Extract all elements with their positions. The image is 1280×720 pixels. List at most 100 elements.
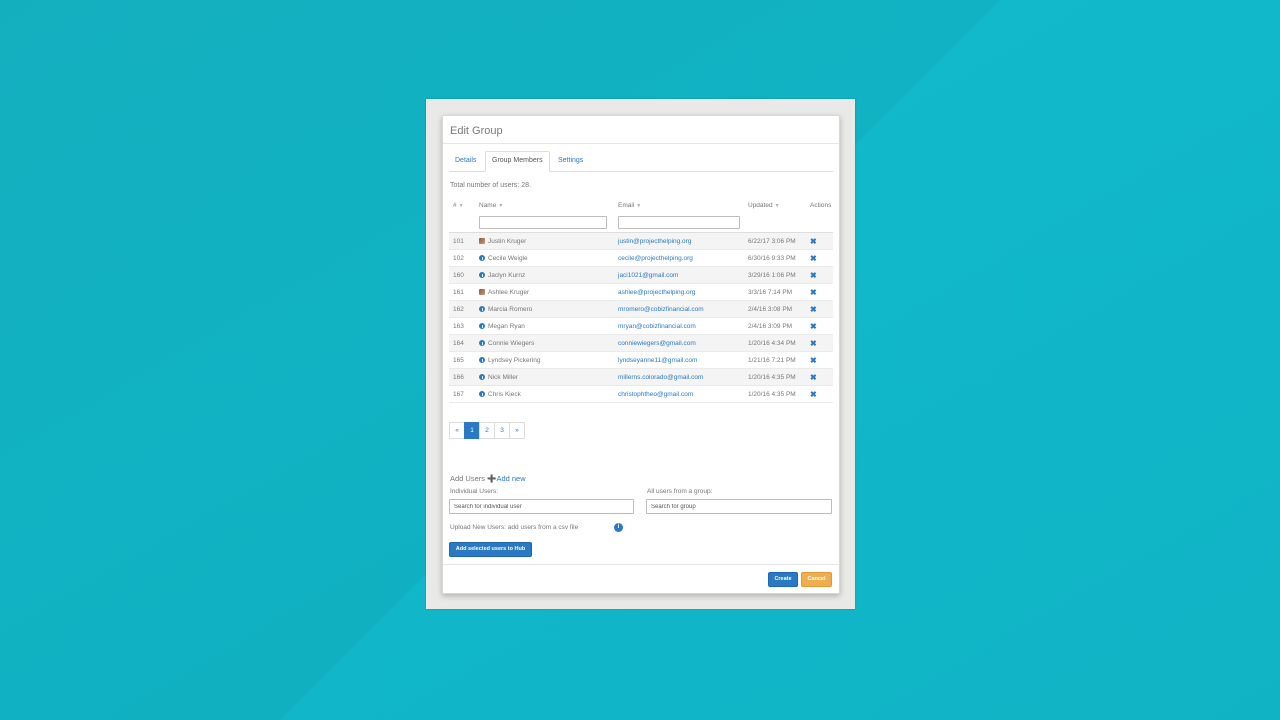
table-row: 160 Jaclyn Kurnz jaci1021@gmail.com 3/29/16… [449, 266, 833, 284]
user-name: Megan Ryan [488, 322, 525, 330]
remove-user-icon[interactable]: ✖ [810, 254, 817, 263]
row-email-cell: mromero@cobizfinancial.com [614, 300, 744, 318]
row-updated: 1/20/16 4:35 PM [744, 385, 806, 403]
user-name: Cecile Weigle [488, 254, 528, 262]
name-filter-input[interactable] [479, 216, 607, 229]
row-name-cell: Nick Miller [475, 368, 614, 386]
user-name: Chris Kieck [488, 390, 521, 398]
row-email-cell: ashlee@projecthelping.org [614, 283, 744, 301]
individual-user-search-input[interactable] [449, 499, 634, 514]
tab-bar: Details Group Members Settings [449, 151, 833, 172]
tab-settings[interactable]: Settings [552, 152, 589, 170]
row-actions: ✖ [806, 385, 833, 403]
user-name: Nick Miller [488, 373, 518, 381]
remove-user-icon[interactable]: ✖ [810, 305, 817, 314]
row-number: 164 [449, 334, 475, 352]
page-prev[interactable]: « [449, 422, 465, 439]
user-email-link[interactable]: justin@projecthelping.org [618, 238, 691, 245]
row-actions: ✖ [806, 351, 833, 369]
table-header-row: # ▼ Name ▼ Email ▼ Updated ▼ Actions [449, 197, 833, 213]
row-updated: 1/21/16 7:21 PM [744, 351, 806, 369]
page-next[interactable]: » [509, 422, 525, 439]
row-email-cell: cecile@projecthelping.org [614, 249, 744, 267]
user-icon [479, 305, 485, 312]
col-header-updated[interactable]: Updated ▼ [744, 197, 806, 213]
user-name: Lyndsey Pickering [488, 356, 541, 364]
remove-user-icon[interactable]: ✖ [810, 271, 817, 280]
row-email-cell: justin@projecthelping.org [614, 232, 744, 250]
row-number: 162 [449, 300, 475, 318]
row-email-cell: christophtheo@gmail.com [614, 385, 744, 403]
user-email-link[interactable]: jaci1021@gmail.com [618, 272, 678, 279]
col-header-email[interactable]: Email ▼ [614, 197, 744, 213]
remove-user-icon[interactable]: ✖ [810, 373, 817, 382]
add-new-link[interactable]: ➕Add new [487, 474, 526, 483]
modal-title: Edit Group [450, 125, 503, 137]
user-email-link[interactable]: cecile@projecthelping.org [618, 255, 693, 262]
remove-user-icon[interactable]: ✖ [810, 322, 817, 331]
row-number: 101 [449, 232, 475, 250]
footer-divider [443, 564, 839, 565]
remove-user-icon[interactable]: ✖ [810, 339, 817, 348]
remove-user-icon[interactable]: ✖ [810, 390, 817, 399]
user-name: Ashlee Kruger [488, 288, 530, 296]
user-icon [479, 254, 485, 261]
row-updated: 1/20/16 4:35 PM [744, 368, 806, 386]
members-table: # ▼ Name ▼ Email ▼ Updated ▼ Actions 101 Just… [449, 197, 833, 403]
table-row: 165 Lyndsey Pickering lyndseyanne11@gmail.… [449, 351, 833, 369]
table-row: 162 Marcia Romero mromero@cobizfinancial.c… [449, 300, 833, 318]
row-updated: 3/3/16 7:14 PM [744, 283, 806, 301]
row-email-cell: lyndseyanne11@gmail.com [614, 351, 744, 369]
upload-users-text[interactable]: Upload New Users: add users from a csv f… [450, 524, 578, 531]
row-name-cell: Lyndsey Pickering [475, 351, 614, 369]
remove-user-icon[interactable]: ✖ [810, 356, 817, 365]
user-email-link[interactable]: ashlee@projecthelping.org [618, 289, 695, 296]
remove-user-icon[interactable]: ✖ [810, 288, 817, 297]
add-users-heading: Add Users ➕Add new [450, 474, 526, 483]
pagination: « 1 2 3 » [449, 422, 525, 439]
row-email-cell: conniewiegers@gmail.com [614, 334, 744, 352]
email-filter-input[interactable] [618, 216, 740, 229]
user-icon [479, 322, 485, 329]
group-users-label: All users from a group: [647, 488, 713, 495]
user-email-link[interactable]: christophtheo@gmail.com [618, 391, 693, 398]
info-icon[interactable]: i [614, 523, 623, 532]
row-updated: 1/20/16 4:34 PM [744, 334, 806, 352]
user-email-link[interactable]: conniewiegers@gmail.com [618, 340, 696, 347]
group-search-input[interactable] [646, 499, 832, 514]
page-3[interactable]: 3 [494, 422, 510, 439]
tab-group-members[interactable]: Group Members [485, 151, 550, 172]
row-number: 163 [449, 317, 475, 335]
add-selected-users-button[interactable]: Add selected users to Hub [449, 542, 532, 557]
row-email-cell: millerns.colorado@gmail.com [614, 368, 744, 386]
cancel-button[interactable]: Cancel [801, 572, 832, 587]
row-email-cell: jaci1021@gmail.com [614, 266, 744, 284]
user-email-link[interactable]: mromero@cobizfinancial.com [618, 306, 704, 313]
table-row: 166 Nick Miller millerns.colorado@gmail.co… [449, 368, 833, 386]
remove-user-icon[interactable]: ✖ [810, 237, 817, 246]
user-email-link[interactable]: lyndseyanne11@gmail.com [618, 357, 697, 364]
user-email-link[interactable]: millerns.colorado@gmail.com [618, 374, 703, 381]
table-row: 161 Ashlee Kruger ashlee@projecthelping.or… [449, 283, 833, 301]
col-header-num[interactable]: # ▼ [449, 197, 475, 213]
create-button[interactable]: Create [768, 572, 798, 587]
row-number: 165 [449, 351, 475, 369]
row-name-cell: Jaclyn Kurnz [475, 266, 614, 284]
page-1[interactable]: 1 [464, 422, 480, 439]
table-row: 101 Justin Kruger justin@projecthelping.or… [449, 232, 833, 250]
page-2[interactable]: 2 [479, 422, 495, 439]
row-name-cell: Connie Wiegers [475, 334, 614, 352]
edit-group-modal: Edit Group Details Group Members Setting… [442, 115, 840, 594]
individual-users-label: Individual Users: [450, 488, 499, 495]
tab-details[interactable]: Details [449, 152, 482, 170]
user-email-link[interactable]: mryan@cobizfinancial.com [618, 323, 696, 330]
row-number: 167 [449, 385, 475, 403]
user-photo-icon [479, 237, 485, 244]
row-updated: 2/4/16 3:09 PM [744, 317, 806, 335]
row-actions: ✖ [806, 283, 833, 301]
col-header-name[interactable]: Name ▼ [475, 197, 614, 213]
row-actions: ✖ [806, 334, 833, 352]
row-number: 160 [449, 266, 475, 284]
row-actions: ✖ [806, 317, 833, 335]
row-number: 161 [449, 283, 475, 301]
